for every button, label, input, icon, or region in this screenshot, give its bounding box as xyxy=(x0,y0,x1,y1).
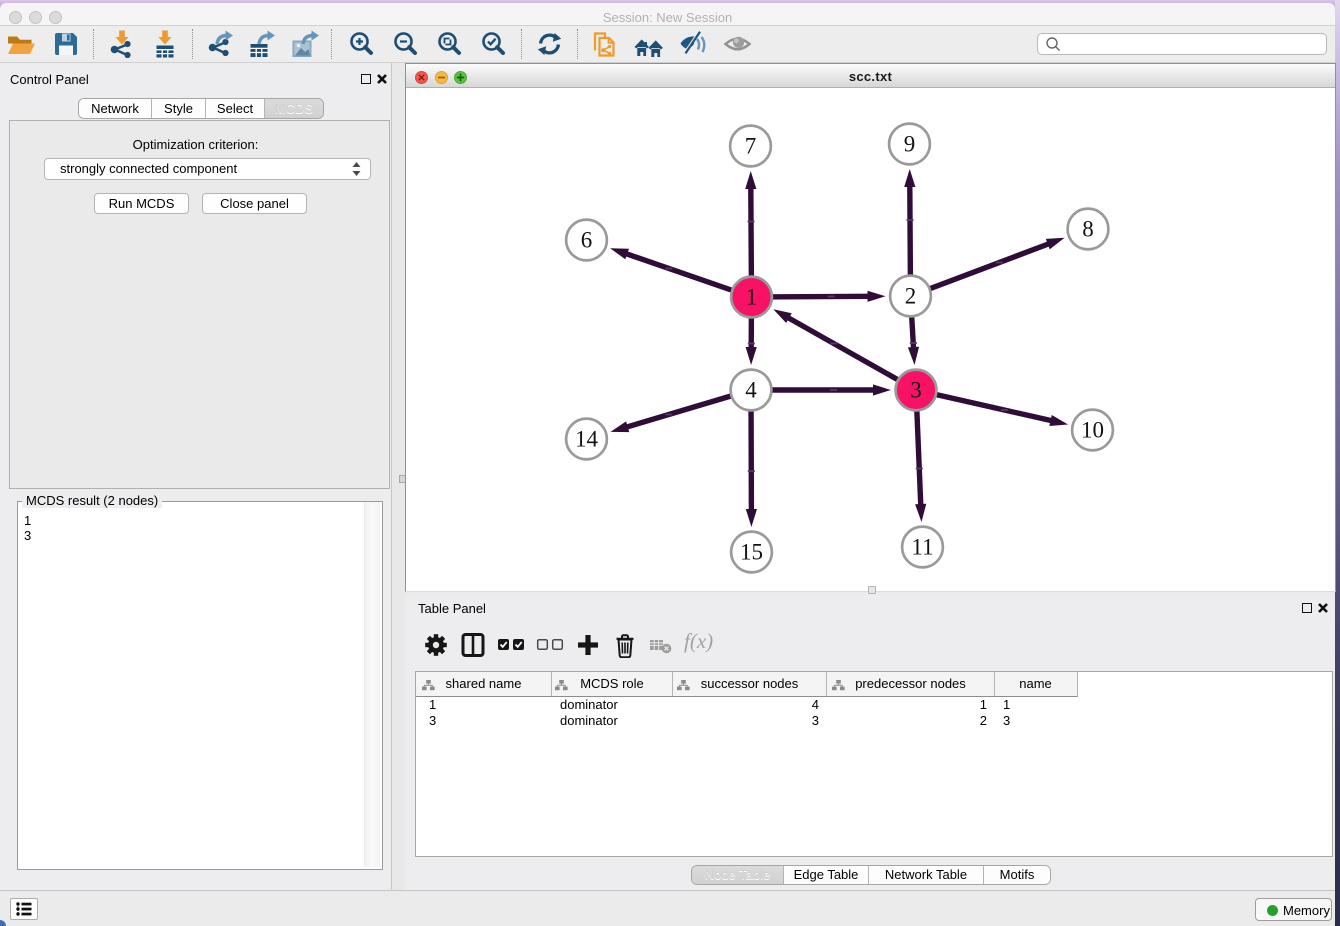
svg-text:6: 6 xyxy=(581,228,593,253)
svg-text:9: 9 xyxy=(904,132,916,157)
svg-text:15: 15 xyxy=(740,540,763,565)
svg-text:3: 3 xyxy=(910,378,922,403)
svg-text:14: 14 xyxy=(575,427,599,452)
svg-text:1: 1 xyxy=(746,285,758,310)
svg-text:4: 4 xyxy=(745,378,757,403)
svg-text:2: 2 xyxy=(905,284,917,309)
svg-text:10: 10 xyxy=(1081,418,1104,443)
svg-text:7: 7 xyxy=(745,134,757,159)
svg-text:11: 11 xyxy=(911,535,933,560)
svg-text:8: 8 xyxy=(1082,217,1094,242)
